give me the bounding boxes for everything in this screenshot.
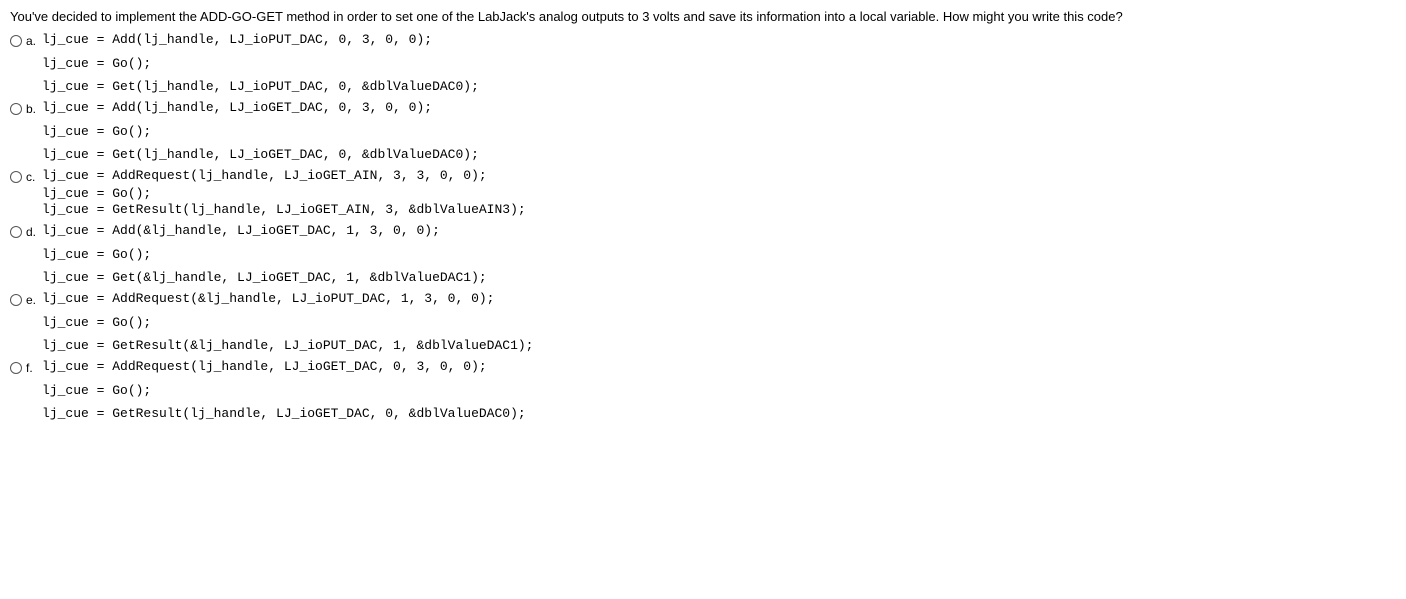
code-line: lj_cue = GetResult(&lj_handle, LJ_ioPUT_…	[42, 338, 1396, 353]
option-b-group: b. lj_cue = Add(lj_handle, LJ_ioGET_DAC,…	[10, 100, 1396, 162]
option-b[interactable]: b. lj_cue = Add(lj_handle, LJ_ioGET_DAC,…	[10, 100, 1396, 116]
radio-icon[interactable]	[10, 226, 22, 238]
option-c[interactable]: c. lj_cue = AddRequest(lj_handle, LJ_ioG…	[10, 168, 1396, 184]
option-e-group: e. lj_cue = AddRequest(&lj_handle, LJ_io…	[10, 291, 1396, 353]
code-line: lj_cue = Add(lj_handle, LJ_ioPUT_DAC, 0,…	[42, 32, 432, 47]
code-line: lj_cue = Go();	[42, 247, 1396, 262]
option-letter: d.	[26, 225, 38, 239]
radio-icon[interactable]	[10, 103, 22, 115]
option-c-group: c. lj_cue = AddRequest(lj_handle, LJ_ioG…	[10, 168, 1396, 217]
option-letter: b.	[26, 102, 38, 116]
option-letter: e.	[26, 293, 38, 307]
code-line: lj_cue = Add(&lj_handle, LJ_ioGET_DAC, 1…	[42, 223, 440, 238]
code-line: lj_cue = Get(lj_handle, LJ_ioGET_DAC, 0,…	[42, 147, 1396, 162]
code-line: lj_cue = Go();	[42, 383, 1396, 398]
option-a[interactable]: a. lj_cue = Add(lj_handle, LJ_ioPUT_DAC,…	[10, 32, 1396, 48]
code-line: lj_cue = Go();	[42, 315, 1396, 330]
radio-icon[interactable]	[10, 171, 22, 183]
option-d[interactable]: d. lj_cue = Add(&lj_handle, LJ_ioGET_DAC…	[10, 223, 1396, 239]
code-line: lj_cue = AddRequest(lj_handle, LJ_ioGET_…	[42, 359, 487, 374]
code-line: lj_cue = Get(lj_handle, LJ_ioPUT_DAC, 0,…	[42, 79, 1396, 94]
code-line: lj_cue = Add(lj_handle, LJ_ioGET_DAC, 0,…	[42, 100, 432, 115]
code-line: lj_cue = Go();	[42, 124, 1396, 139]
question-text: You've decided to implement the ADD-GO-G…	[10, 8, 1396, 26]
option-letter: f.	[26, 361, 38, 375]
option-e[interactable]: e. lj_cue = AddRequest(&lj_handle, LJ_io…	[10, 291, 1396, 307]
option-letter: a.	[26, 34, 38, 48]
code-line: lj_cue = AddRequest(lj_handle, LJ_ioGET_…	[42, 168, 487, 183]
options-list: a. lj_cue = Add(lj_handle, LJ_ioPUT_DAC,…	[10, 32, 1396, 421]
radio-icon[interactable]	[10, 35, 22, 47]
code-line: lj_cue = GetResult(lj_handle, LJ_ioGET_A…	[42, 202, 1396, 217]
radio-icon[interactable]	[10, 294, 22, 306]
code-line: lj_cue = GetResult(lj_handle, LJ_ioGET_D…	[42, 406, 1396, 421]
option-f[interactable]: f. lj_cue = AddRequest(lj_handle, LJ_ioG…	[10, 359, 1396, 375]
option-letter: c.	[26, 170, 38, 184]
code-line: lj_cue = Get(&lj_handle, LJ_ioGET_DAC, 1…	[42, 270, 1396, 285]
code-line: lj_cue = AddRequest(&lj_handle, LJ_ioPUT…	[42, 291, 494, 306]
option-a-group: a. lj_cue = Add(lj_handle, LJ_ioPUT_DAC,…	[10, 32, 1396, 94]
code-line: lj_cue = Go();	[42, 56, 1396, 71]
radio-icon[interactable]	[10, 362, 22, 374]
option-d-group: d. lj_cue = Add(&lj_handle, LJ_ioGET_DAC…	[10, 223, 1396, 285]
option-f-group: f. lj_cue = AddRequest(lj_handle, LJ_ioG…	[10, 359, 1396, 421]
code-line: lj_cue = Go();	[42, 186, 1396, 201]
